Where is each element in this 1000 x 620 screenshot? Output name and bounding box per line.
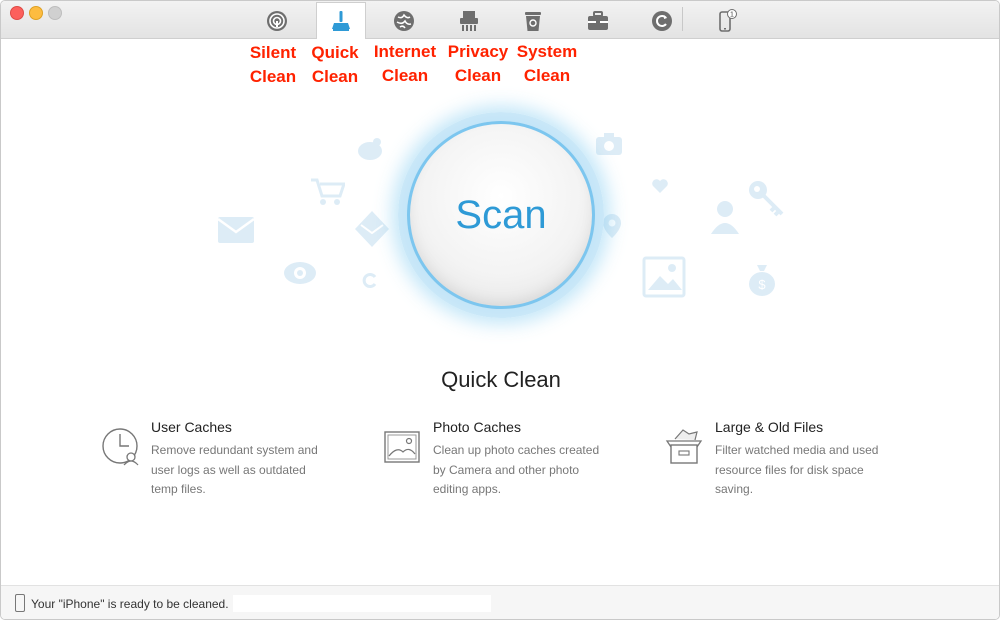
tab-privacy-clean[interactable] <box>445 3 493 38</box>
page-title: Quick Clean <box>441 367 561 392</box>
feature-user-caches: User Caches Remove redundant system and … <box>101 419 361 509</box>
backup-refresh-icon <box>652 10 672 31</box>
key-icon <box>749 181 784 217</box>
minimize-window-button[interactable] <box>29 6 43 20</box>
send-mail-icon <box>355 211 389 247</box>
picture-icon <box>642 256 686 298</box>
annotation-system-clean: System Clean <box>516 42 578 86</box>
scan-button[interactable]: Scan <box>407 121 595 309</box>
feature-title: Large & Old Files <box>715 419 824 435</box>
annotation-internet-clean: Internet Clean <box>373 42 437 86</box>
status-text: Your "iPhone" is ready to be cleaned. <box>31 597 229 611</box>
iphone-device-icon: 1 <box>719 8 737 32</box>
tab-backup[interactable] <box>638 3 686 38</box>
annotation-quick-clean: Quick Clean <box>311 43 359 87</box>
photo-caches-picture-icon <box>384 431 420 463</box>
small-refresh-icon <box>362 273 377 288</box>
app-window: 1 Silent Clean Quick Clean Internet Clea… <box>0 0 1000 620</box>
feature-description: Filter watched media and used resource f… <box>715 443 879 496</box>
mail-icon <box>217 217 255 243</box>
tab-device[interactable]: 1 <box>702 3 750 38</box>
heart-icon <box>652 179 668 193</box>
svg-text:$: $ <box>758 277 766 292</box>
zoom-window-button[interactable] <box>48 6 62 20</box>
eye-icon <box>284 262 316 284</box>
user-icon <box>711 201 739 234</box>
feature-title: Photo Caches <box>433 419 521 435</box>
iphone-status-icon <box>15 594 25 612</box>
toolbar-divider <box>682 7 683 31</box>
privacy-shredder-icon <box>460 10 478 31</box>
annotation-silent-clean: Silent Clean <box>249 43 297 87</box>
tab-system-clean[interactable] <box>509 3 557 38</box>
system-trash-icon <box>525 11 541 31</box>
feature-description: Clean up photo caches created by Camera … <box>433 443 600 496</box>
silent-clean-icon <box>267 10 287 31</box>
feature-photo-caches: Photo Caches Clean up photo caches creat… <box>383 419 643 509</box>
piggy-bank-icon <box>358 138 382 160</box>
feature-description: Remove redundant system and user logs as… <box>151 443 318 496</box>
toolbar: 1 <box>1 1 999 39</box>
status-bar: Your "iPhone" is ready to be cleaned. <box>1 585 999 619</box>
tab-quick-clean[interactable] <box>316 2 366 39</box>
device-count-badge: 1 <box>730 11 734 18</box>
internet-globe-icon <box>394 10 414 31</box>
tab-silent-clean[interactable] <box>253 3 301 38</box>
annotation-privacy-clean: Privacy Clean <box>447 42 509 86</box>
location-pin-icon <box>603 214 621 238</box>
feature-title: User Caches <box>151 419 232 435</box>
quick-clean-broom-icon <box>332 11 350 31</box>
camera-icon <box>596 133 622 155</box>
toolbox-briefcase-icon <box>588 10 608 30</box>
feature-large-old-files: Large & Old Files Filter watched media a… <box>665 419 925 509</box>
shopping-cart-icon <box>311 178 345 205</box>
user-caches-clock-icon <box>102 428 139 466</box>
status-highlight <box>233 595 491 612</box>
tab-toolbox[interactable] <box>574 3 622 38</box>
large-old-files-box-icon <box>665 429 703 464</box>
money-bag-icon: $ <box>749 265 775 296</box>
close-window-button[interactable] <box>10 6 24 20</box>
tab-internet-clean[interactable] <box>380 3 428 38</box>
